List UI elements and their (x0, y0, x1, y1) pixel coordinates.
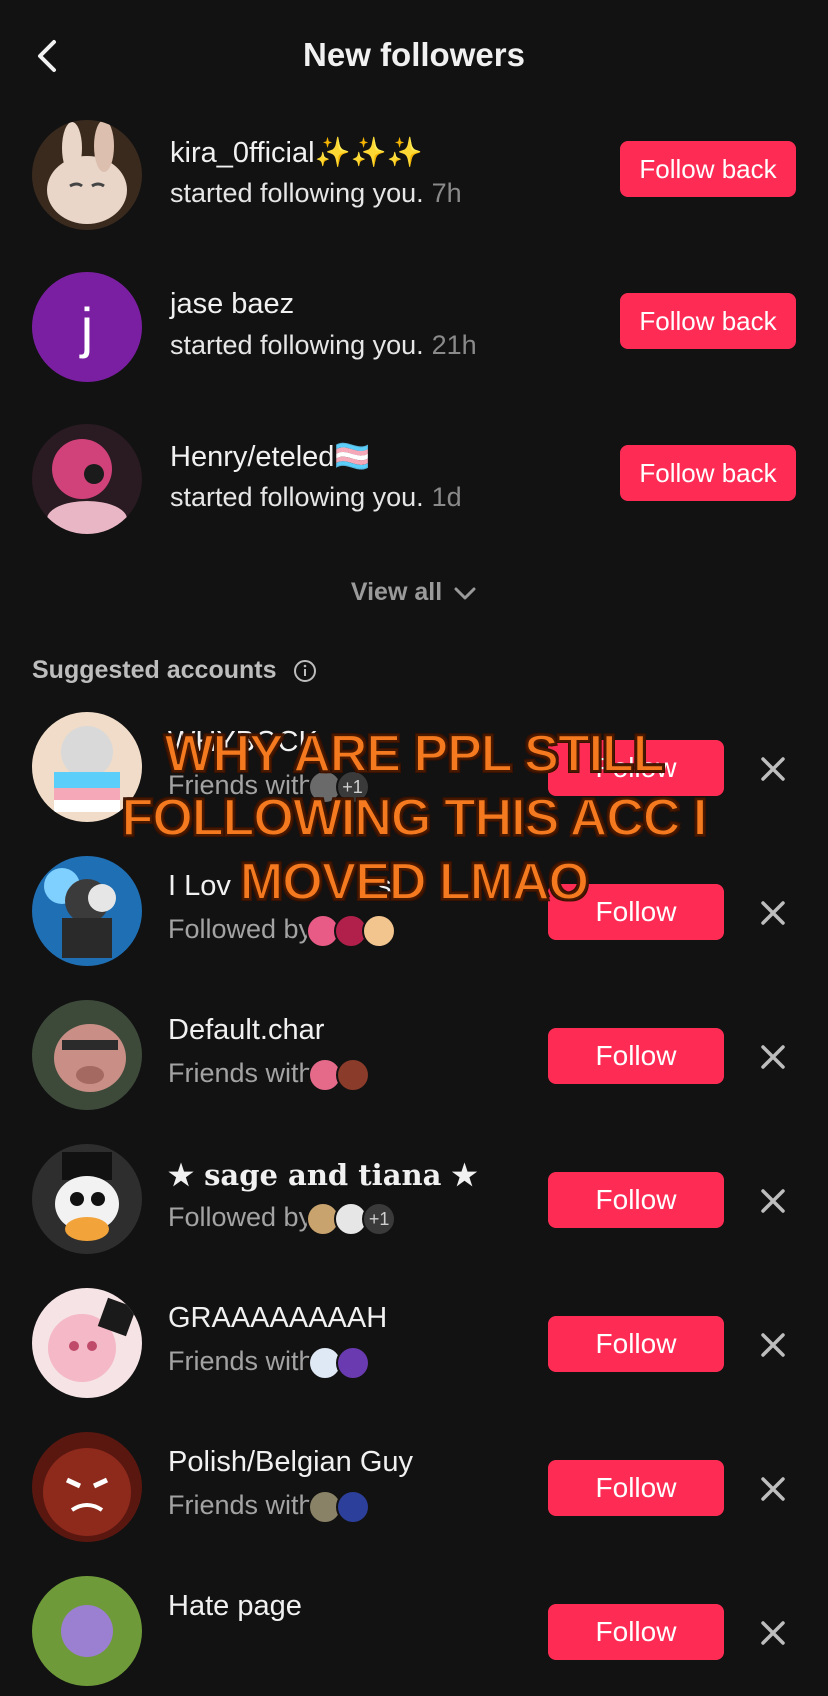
suggested-name[interactable]: Polish/Belgian Guy (168, 1446, 413, 1479)
suggested-title: Suggested accounts (32, 656, 277, 684)
activity-text: started following you. (170, 482, 424, 512)
follow-button[interactable]: Follow (548, 1172, 724, 1228)
relation-label: Friends with (168, 1346, 314, 1377)
follow-back-button[interactable]: Follow back (620, 445, 796, 501)
more-count: +1 (362, 1202, 397, 1236)
suggested-relation: Friends with (168, 1346, 370, 1380)
close-icon[interactable] (758, 1186, 788, 1216)
activity-text: started following you. (170, 330, 424, 360)
follow-back-button[interactable]: Follow back (620, 141, 796, 197)
follow-button[interactable]: Follow (548, 1460, 724, 1516)
follow-button[interactable]: Follow (548, 1028, 724, 1084)
avatar[interactable] (32, 1432, 142, 1542)
mutual-avatar (362, 914, 397, 948)
suggested-row: Default.char Friends with Follow (0, 1000, 828, 1120)
follower-name[interactable]: Henry/eteled🏳️‍⚧️ (170, 440, 371, 474)
suggested-relation: Friends with (168, 1490, 370, 1524)
view-all-label: View all (350, 578, 443, 606)
chevron-down-icon (454, 587, 476, 600)
suggested-row: Hate page Follow (0, 1576, 828, 1696)
follower-row: kira_0fficial✨✨✨ started following you. 7… (0, 120, 828, 240)
suggested-row: Polish/Belgian Guy Friends with Follow (0, 1432, 828, 1552)
suggested-relation: Friends with (168, 1058, 370, 1092)
info-icon[interactable] (293, 659, 317, 683)
avatar-letter: j (80, 295, 94, 359)
follower-activity: started following you. 1d (170, 482, 462, 513)
suggested-name[interactable]: GRAAAAAAAAH (168, 1302, 387, 1335)
relation-label: Friends with (168, 1490, 314, 1521)
follower-row: Henry/eteled🏳️‍⚧️ started following you.… (0, 424, 828, 544)
avatar[interactable] (32, 1288, 142, 1398)
overlay-caption: WHY ARE PPL STILL FOLLOWING THIS ACC I M… (121, 724, 709, 912)
follower-activity: started following you. 7h (170, 178, 462, 209)
activity-time: 7h (431, 178, 462, 208)
activity-time: 1d (431, 482, 462, 512)
header: New followers (0, 0, 828, 116)
close-icon[interactable] (758, 1042, 788, 1072)
suggested-relation: Followed by +1 (168, 1202, 397, 1236)
follow-button[interactable]: Follow (548, 1604, 724, 1660)
follower-activity: started following you. 21h (170, 330, 477, 361)
avatar[interactable]: j (32, 272, 142, 382)
suggested-accounts-header: Suggested accounts (32, 656, 317, 685)
avatar[interactable] (32, 1576, 142, 1686)
activity-text: started following you. (170, 178, 424, 208)
follower-name[interactable]: kira_0fficial✨✨✨ (170, 136, 423, 170)
relation-label: Followed by (168, 1202, 313, 1233)
mutual-avatar (335, 1490, 370, 1524)
avatar[interactable] (32, 1144, 142, 1254)
suggested-name[interactable]: Hate page (168, 1590, 302, 1623)
suggested-name[interactable]: ★ sage and tiana ★ (168, 1158, 477, 1192)
follower-name[interactable]: jase baez (170, 288, 294, 321)
suggested-row: ★ sage and tiana ★ Followed by +1 Follow (0, 1144, 828, 1264)
view-all-button[interactable]: View all (0, 578, 828, 607)
relation-label: Followed by (168, 914, 313, 945)
avatar[interactable] (32, 120, 142, 230)
suggested-row: GRAAAAAAAAH Friends with Follow (0, 1288, 828, 1408)
follower-row: j jase baez started following you. 21h Fo… (0, 272, 828, 392)
activity-time: 21h (431, 330, 477, 360)
close-icon[interactable] (758, 1618, 788, 1648)
follow-back-button[interactable]: Follow back (620, 293, 796, 349)
suggested-name[interactable]: Default.char (168, 1014, 324, 1047)
suggested-relation: Followed by (168, 914, 397, 948)
avatar[interactable] (32, 424, 142, 534)
avatar[interactable] (32, 1000, 142, 1110)
follow-button[interactable]: Follow (548, 1316, 724, 1372)
page-title: New followers (303, 36, 525, 73)
relation-label: Friends with (168, 1058, 314, 1089)
mutual-avatar (335, 1346, 370, 1380)
close-icon[interactable] (758, 1474, 788, 1504)
mutual-avatar (335, 1058, 370, 1092)
close-icon[interactable] (758, 1330, 788, 1360)
